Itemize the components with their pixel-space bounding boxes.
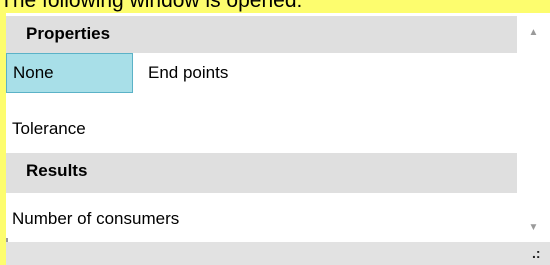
property-row-number-of-consumers[interactable]: Number of consumers bbox=[6, 199, 517, 239]
option-none[interactable]: None bbox=[6, 53, 133, 93]
number-of-consumers-label: Number of consumers bbox=[12, 209, 180, 228]
property-list: Properties None End points Tolerance Res… bbox=[6, 13, 517, 242]
option-end-points[interactable]: End points bbox=[148, 63, 228, 83]
status-bar: .: bbox=[6, 242, 550, 265]
property-row-tolerance[interactable]: Tolerance bbox=[6, 109, 517, 147]
section-header-properties-label: Properties bbox=[26, 24, 111, 43]
option-none-label: None bbox=[13, 63, 54, 82]
section-header-results-label: Results bbox=[26, 161, 88, 180]
section-header-properties[interactable]: Properties bbox=[6, 16, 517, 53]
property-row-none: None End points bbox=[6, 53, 517, 99]
tolerance-label: Tolerance bbox=[12, 119, 86, 138]
section-header-results[interactable]: Results bbox=[6, 153, 517, 193]
triangle-down-icon[interactable]: ▼ bbox=[517, 218, 550, 238]
triangle-up-icon[interactable]: ▲ bbox=[517, 23, 550, 43]
vertical-scrollbar[interactable]: ▲ ▼ bbox=[517, 13, 550, 242]
properties-window: Properties None End points Tolerance Res… bbox=[6, 13, 550, 265]
resize-grip-icon[interactable]: .: bbox=[532, 246, 544, 260]
